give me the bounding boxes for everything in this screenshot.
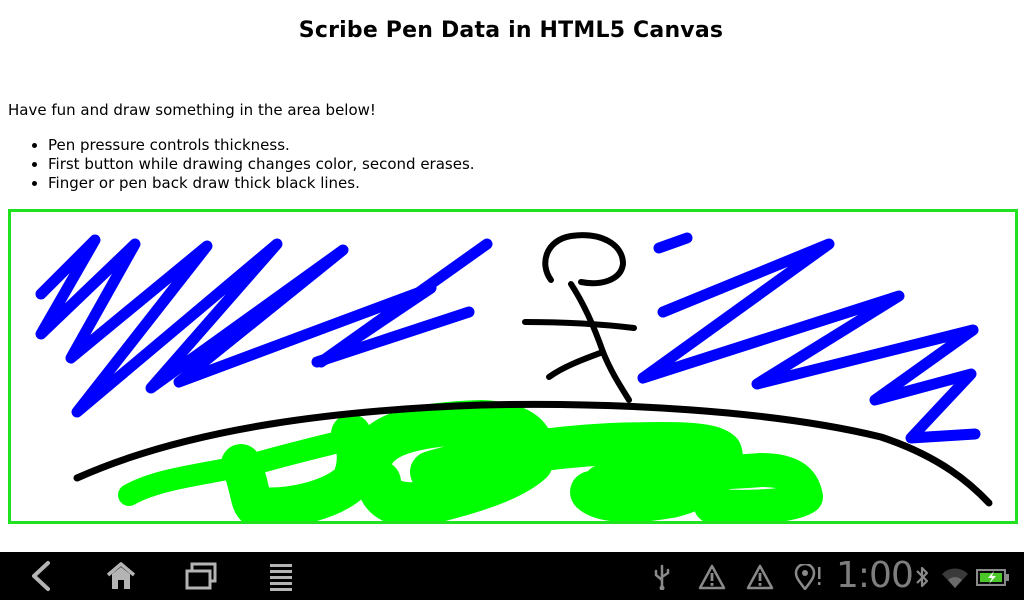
tip-item: Pen pressure controls thickness. <box>48 136 475 155</box>
drawing-canvas[interactable] <box>8 209 1018 524</box>
usb-icon <box>652 564 672 590</box>
recent-apps-icon[interactable] <box>184 560 218 592</box>
warning-icon <box>746 564 774 590</box>
tips-list: Pen pressure controls thickness. First b… <box>8 136 475 193</box>
stick-figure-stroke <box>522 232 637 403</box>
tip-item: First button while drawing changes color… <box>48 155 475 174</box>
wifi-icon <box>940 564 970 590</box>
battery-icon <box>976 564 1010 590</box>
drawing-surface[interactable] <box>11 212 1015 521</box>
menu-icon[interactable] <box>264 560 298 592</box>
warning-icon <box>698 564 726 590</box>
home-icon[interactable] <box>104 560 138 592</box>
bluetooth-icon <box>914 564 930 590</box>
back-icon[interactable] <box>24 560 58 592</box>
intro-text: Have fun and draw something in the area … <box>8 101 376 119</box>
location-icon <box>794 564 824 590</box>
tip-item: Finger or pen back draw thick black line… <box>48 174 475 193</box>
page-title: Scribe Pen Data in HTML5 Canvas <box>298 18 724 43</box>
browser-page: Scribe Pen Data in HTML5 Canvas Have fun… <box>0 0 1024 552</box>
status-clock: 1:00 <box>836 555 914 596</box>
